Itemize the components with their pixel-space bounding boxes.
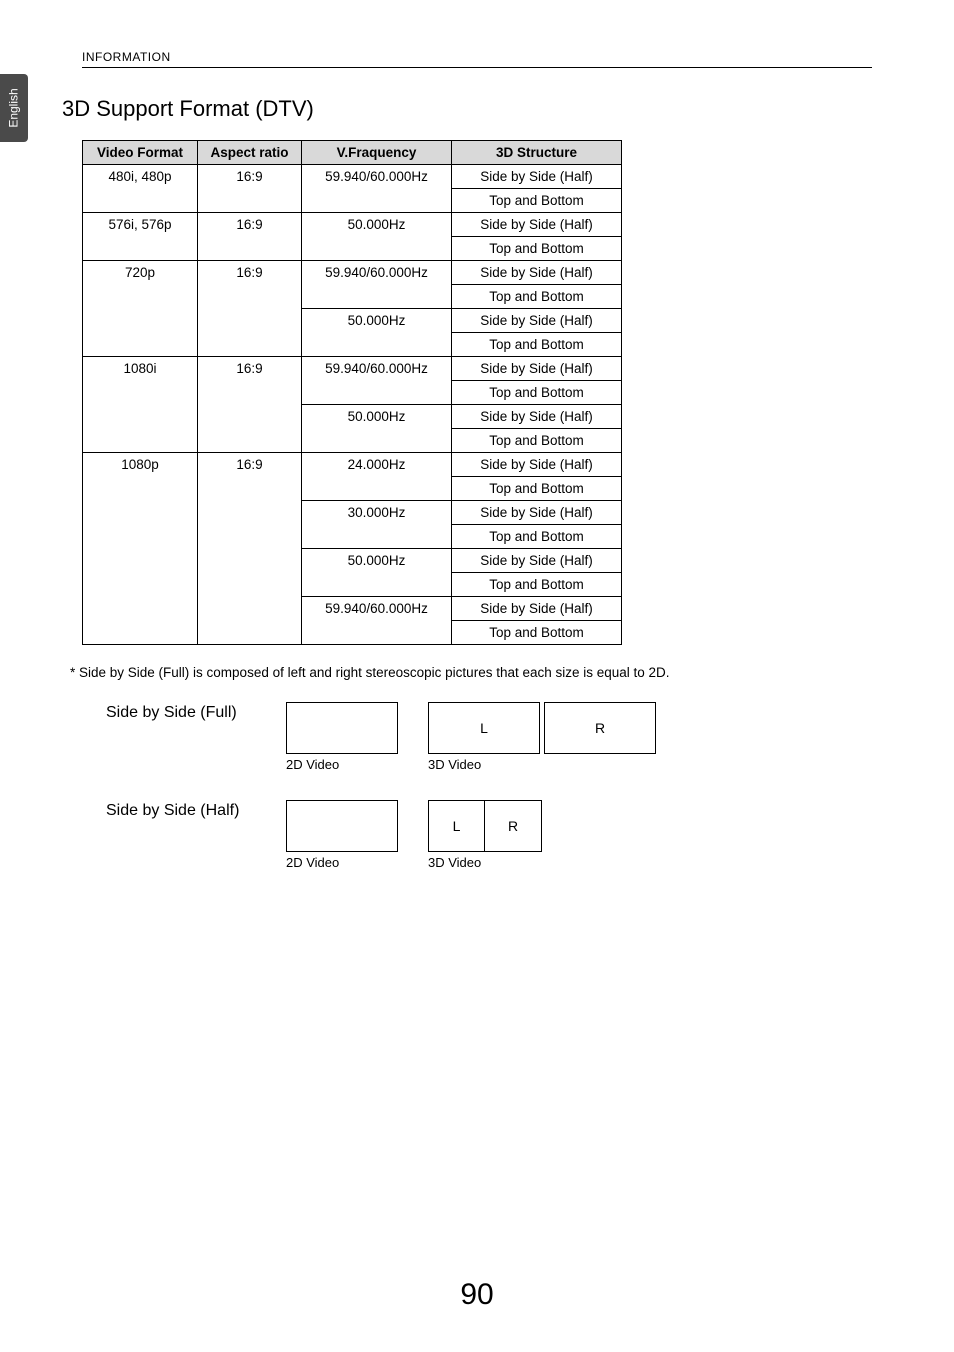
diagram-full-row: Side by Side (Full) 2D Video L R 3D Vide…: [106, 702, 872, 772]
cell-vf: 1080i: [83, 357, 198, 453]
cell-struct: Side by Side (Half): [452, 597, 622, 621]
format-table: Video Format Aspect ratio V.Fraquency 3D…: [82, 140, 622, 645]
cell-struct: Side by Side (Half): [452, 549, 622, 573]
cell-ar: 16:9: [198, 213, 302, 261]
cell-freq: 59.940/60.000Hz: [302, 597, 452, 645]
cell-struct: Top and Bottom: [452, 429, 622, 453]
box-3d-half-l: L: [429, 801, 485, 851]
cell-struct: Side by Side (Half): [452, 213, 622, 237]
diagram-half-label: Side by Side (Half): [106, 800, 286, 820]
cell-struct: Side by Side (Half): [452, 357, 622, 381]
cell-freq: 59.940/60.000Hz: [302, 165, 452, 213]
cell-freq: 30.000Hz: [302, 501, 452, 549]
th-structure: 3D Structure: [452, 141, 622, 165]
box-2d-full: [286, 702, 398, 754]
language-tab: English: [0, 74, 28, 142]
page-number: 90: [0, 1278, 954, 1312]
caption-2d-half: 2D Video: [286, 855, 398, 870]
cell-struct: Top and Bottom: [452, 189, 622, 213]
th-video-format: Video Format: [83, 141, 198, 165]
cell-struct: Side by Side (Half): [452, 453, 622, 477]
th-vfreq: V.Fraquency: [302, 141, 452, 165]
footnote: * Side by Side (Full) is composed of lef…: [70, 665, 872, 680]
th-aspect-ratio: Aspect ratio: [198, 141, 302, 165]
box-2d-half: [286, 800, 398, 852]
cell-struct: Side by Side (Half): [452, 309, 622, 333]
box-3d-full-l: L: [428, 702, 540, 754]
section-title: 3D Support Format (DTV): [62, 96, 872, 122]
box-3d-half-r: R: [485, 801, 541, 851]
cell-struct: Side by Side (Half): [452, 501, 622, 525]
cell-struct: Top and Bottom: [452, 333, 622, 357]
header-section: INFORMATION: [82, 50, 171, 64]
cell-freq: 50.000Hz: [302, 405, 452, 453]
cell-ar: 16:9: [198, 357, 302, 453]
caption-2d-full: 2D Video: [286, 757, 398, 772]
diagram-full-label: Side by Side (Full): [106, 702, 286, 722]
cell-struct: Top and Bottom: [452, 573, 622, 597]
caption-3d-half: 3D Video: [428, 855, 542, 870]
cell-vf: 720p: [83, 261, 198, 357]
cell-vf: 1080p: [83, 453, 198, 645]
caption-3d-full: 3D Video: [428, 757, 656, 772]
cell-struct: Top and Bottom: [452, 621, 622, 645]
cell-freq: 50.000Hz: [302, 309, 452, 357]
language-label: English: [7, 88, 21, 127]
cell-struct: Side by Side (Half): [452, 165, 622, 189]
cell-freq: 50.000Hz: [302, 549, 452, 597]
cell-struct: Side by Side (Half): [452, 261, 622, 285]
cell-freq: 50.000Hz: [302, 213, 452, 261]
page-content: 3D Support Format (DTV) Video Format Asp…: [50, 96, 872, 898]
cell-freq: 59.940/60.000Hz: [302, 357, 452, 405]
cell-ar: 16:9: [198, 453, 302, 645]
cell-struct: Top and Bottom: [452, 381, 622, 405]
cell-ar: 16:9: [198, 261, 302, 357]
diagram-half-row: Side by Side (Half) 2D Video L R 3D Vide…: [106, 800, 872, 870]
box-3d-full-r: R: [544, 702, 656, 754]
diagram-section: Side by Side (Full) 2D Video L R 3D Vide…: [106, 702, 872, 870]
cell-freq: 24.000Hz: [302, 453, 452, 501]
cell-struct: Side by Side (Half): [452, 405, 622, 429]
box-3d-full: L R: [428, 702, 656, 754]
header-rule: INFORMATION: [82, 48, 872, 68]
cell-vf: 576i, 576p: [83, 213, 198, 261]
box-3d-half: L R: [428, 800, 542, 852]
cell-struct: Top and Bottom: [452, 477, 622, 501]
cell-struct: Top and Bottom: [452, 285, 622, 309]
cell-freq: 59.940/60.000Hz: [302, 261, 452, 309]
cell-struct: Top and Bottom: [452, 237, 622, 261]
cell-struct: Top and Bottom: [452, 525, 622, 549]
cell-ar: 16:9: [198, 165, 302, 213]
cell-vf: 480i, 480p: [83, 165, 198, 213]
